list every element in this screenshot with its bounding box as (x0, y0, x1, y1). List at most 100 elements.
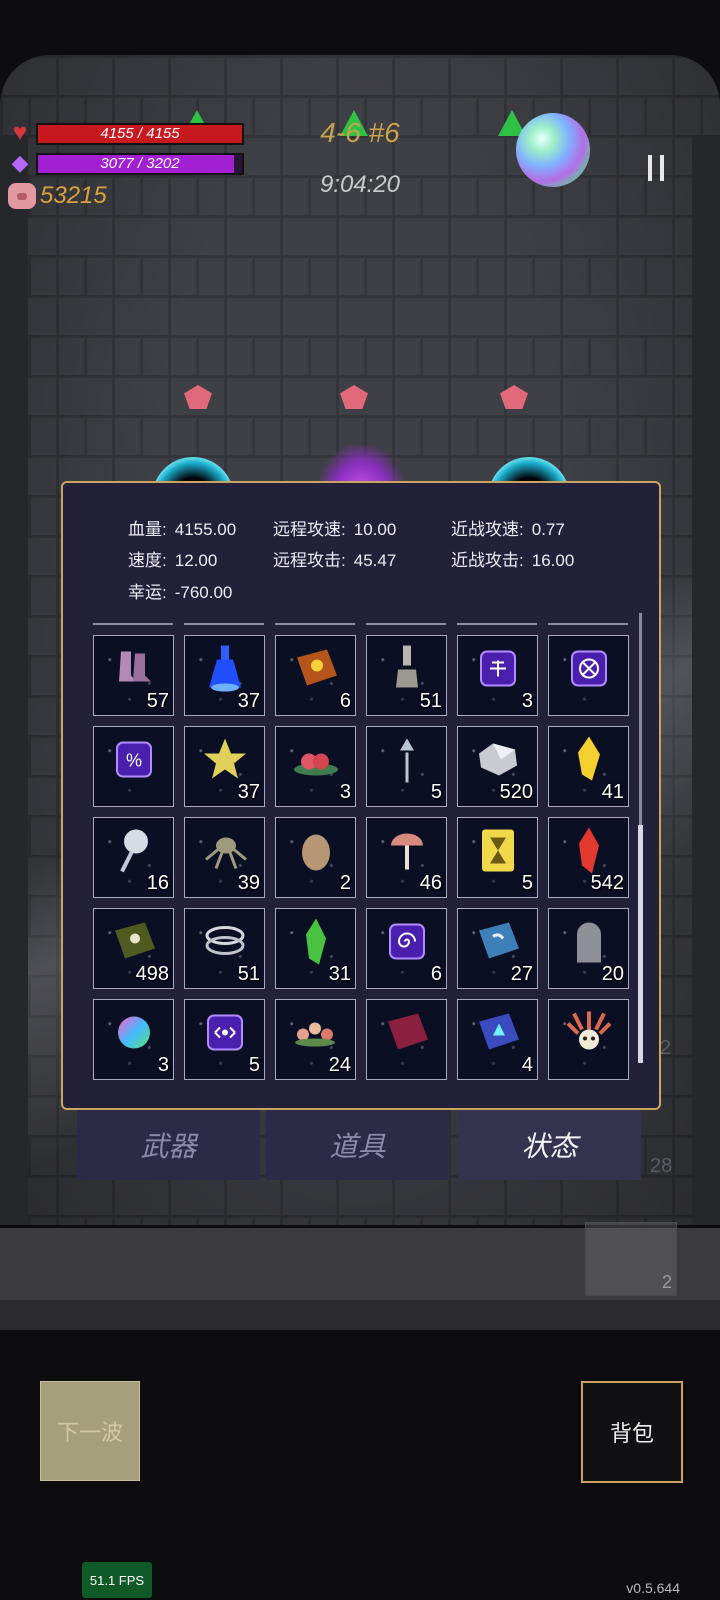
mushroom-icon (387, 827, 427, 878)
red-gem-icon (340, 385, 368, 409)
stat-ranged-attack: 远程攻击: 45.47 (273, 551, 397, 570)
row-divider (184, 623, 264, 625)
item-quantity: 5 (430, 781, 442, 803)
spellbook-orange-icon (291, 645, 341, 696)
item-quantity: 6 (430, 963, 442, 985)
inventory-slot[interactable]: 2 (275, 817, 356, 898)
purple-book-icon (382, 1009, 432, 1060)
scrollbar[interactable] (638, 613, 643, 1063)
item-quantity: 51 (419, 690, 442, 712)
green-crystal-icon (303, 916, 329, 971)
side-count: 28 (650, 1155, 673, 1177)
inventory-slot[interactable]: 3 (93, 999, 174, 1080)
inventory-slot[interactable]: 5 (457, 817, 538, 898)
inventory-slot[interactable]: 20 (548, 908, 629, 989)
inventory-slot[interactable]: 3 (457, 635, 538, 716)
status-panel: 血量: 4155.00 远程攻速: 10.00 近战攻速: 0.77 速度: 12.00… (61, 481, 661, 1110)
pause-icon (648, 155, 652, 181)
item-quantity: 16 (146, 872, 169, 894)
inventory-slot[interactable]: 16 (93, 817, 174, 898)
item-quantity: 41 (601, 781, 624, 803)
item-quantity: 39 (237, 872, 260, 894)
tab-items[interactable]: 道具 (266, 1110, 449, 1180)
item-quantity: 4 (521, 1054, 533, 1076)
stat-hp: 血量: 4155.00 (128, 520, 237, 539)
inventory-slot[interactable]: 39 (184, 817, 265, 898)
feather-skull-icon (564, 1009, 614, 1060)
item-quantity: 31 (328, 963, 351, 985)
red-flower-icon (291, 739, 341, 784)
backpack-button[interactable]: 背包 (581, 1381, 683, 1483)
inventory-slot[interactable]: 31 (275, 908, 356, 989)
item-quantity: 27 (510, 963, 533, 985)
stat-melee-speed: 近战攻速: 0.77 (451, 520, 565, 539)
item-quantity: 37 (237, 781, 260, 803)
inventory-slot[interactable]: 6 (366, 908, 447, 989)
inventory-slot[interactable]: 6 (275, 635, 356, 716)
inventory-slot[interactable]: 46 (366, 817, 447, 898)
level-indicator: 4-6 #6 (320, 117, 400, 148)
side-count: 2 (660, 1037, 672, 1059)
item-grid: 57 37 6 51 3% 37 3 5 520 41 16 39 2 46 5 542 498 51 31 6 27 2… (93, 635, 633, 1080)
tab-weapons[interactable]: 武器 (77, 1110, 260, 1180)
tab-status[interactable]: 状态 (458, 1110, 641, 1180)
rainbow-orb-icon (114, 1012, 154, 1057)
mystery-box-slot[interactable]: 2 (585, 1222, 677, 1296)
inventory-slot[interactable]: 51 (184, 908, 265, 989)
hourglass-card-icon (480, 827, 516, 878)
item-quantity: 3 (157, 1054, 169, 1076)
item-quantity: 37 (237, 690, 260, 712)
inventory-slot[interactable]: 37 (184, 726, 265, 807)
pause-button[interactable] (630, 142, 682, 194)
bottom-ground-edge (0, 1300, 720, 1330)
flower-wreath-icon (291, 1012, 341, 1057)
inventory-slot[interactable]: 37 (184, 635, 265, 716)
star-crystal-icon (202, 736, 248, 787)
item-quantity: 5 (248, 1054, 260, 1076)
inventory-slot[interactable] (548, 635, 629, 716)
version-label: v0.5.644 (626, 1580, 680, 1596)
game-timer: 9:04:20 (319, 171, 401, 198)
inventory-slot[interactable]: 520 (457, 726, 538, 807)
inventory-slot[interactable]: % (93, 726, 174, 807)
inventory-slot[interactable] (366, 999, 447, 1080)
inventory-slot[interactable]: 3 (275, 726, 356, 807)
item-quantity: 20 (601, 963, 624, 985)
item-quantity: 3 (521, 690, 533, 712)
blue-book-icon (473, 918, 523, 969)
inventory-slot[interactable]: 41 (548, 726, 629, 807)
left-rock-wall (0, 135, 28, 1225)
item-quantity: 6 (339, 690, 351, 712)
cane-icon (392, 734, 422, 789)
row-divider (366, 623, 446, 625)
row-divider (457, 623, 537, 625)
rune-spiral-icon (387, 921, 427, 966)
inventory-slot[interactable]: 57 (93, 635, 174, 716)
green-book-icon (109, 918, 159, 969)
inventory-slot[interactable]: 24 (275, 999, 356, 1080)
inventory-slot[interactable]: 5 (366, 726, 447, 807)
inventory-slot[interactable]: 51 (366, 635, 447, 716)
inventory-slot[interactable]: 498 (93, 908, 174, 989)
inventory-slot[interactable]: 5 (184, 999, 265, 1080)
item-quantity: 51 (237, 963, 260, 985)
yellow-crystal-icon (574, 734, 604, 789)
inventory-slot[interactable]: 4 (457, 999, 538, 1080)
next-wave-button[interactable]: 下一波 (40, 1381, 140, 1481)
scroll-thumb[interactable] (638, 825, 643, 1063)
rune-percent-icon: % (114, 739, 154, 784)
egg-icon (298, 828, 334, 877)
rings-icon (202, 921, 248, 966)
stat-melee-attack: 近战攻击: 16.00 (451, 551, 575, 570)
stat-speed: 速度: 12.00 (128, 551, 218, 570)
stat-luck: 幸运: -760.00 (128, 583, 233, 602)
silver-ore-icon (475, 739, 521, 784)
red-gem-icon (500, 385, 528, 409)
item-quantity: 57 (146, 690, 169, 712)
inventory-slot[interactable]: 27 (457, 908, 538, 989)
inventory-slot[interactable]: 542 (548, 817, 629, 898)
squid-icon (202, 827, 248, 878)
rune-tile-icon (478, 648, 518, 693)
inventory-slot[interactable] (548, 999, 629, 1080)
item-quantity: 3 (339, 781, 351, 803)
